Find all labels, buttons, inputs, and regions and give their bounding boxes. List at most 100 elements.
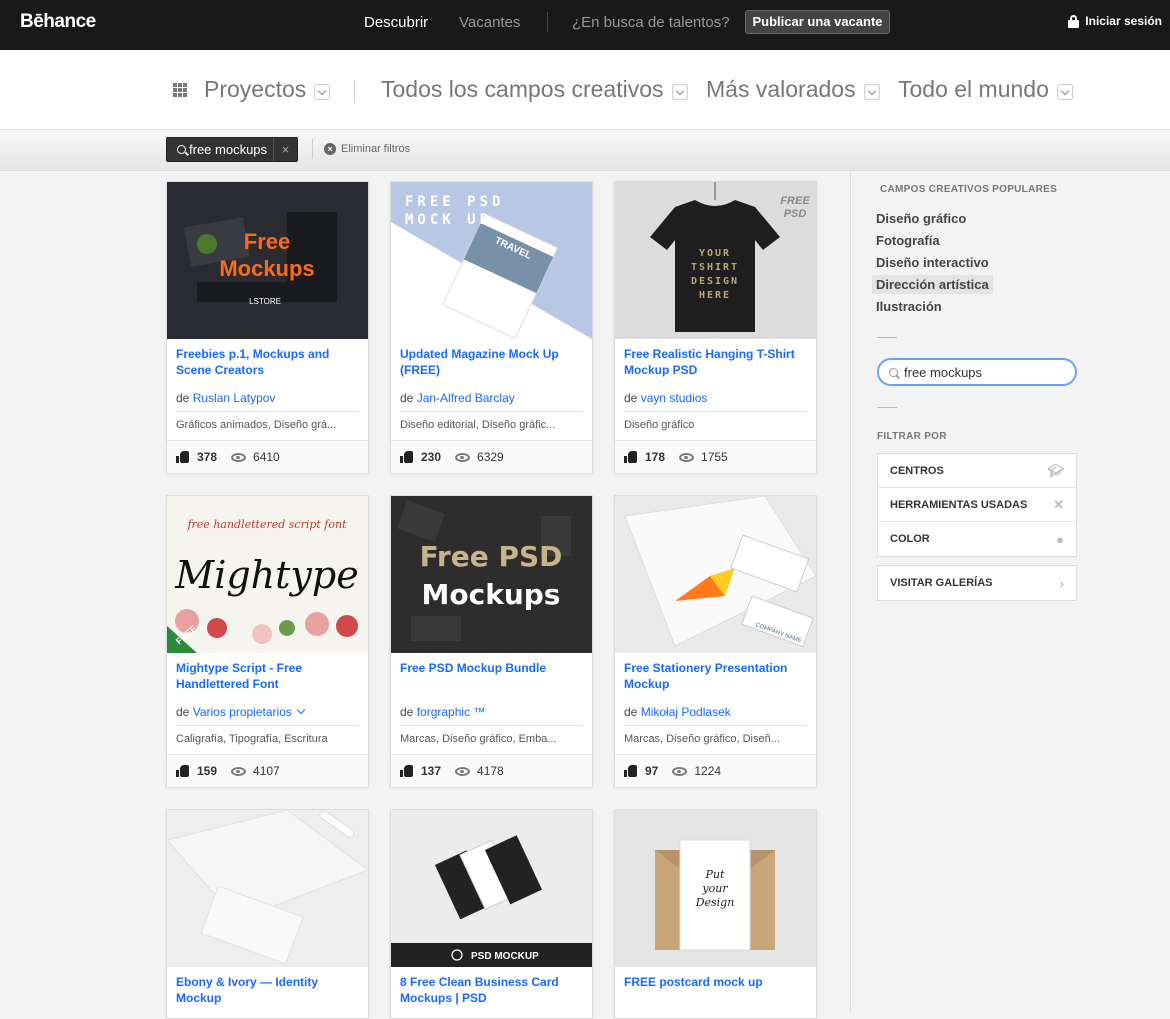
divider [400, 411, 583, 412]
likes-count: 230 [421, 450, 442, 464]
project-title[interactable]: FREE postcard mock up [624, 974, 809, 990]
project-title[interactable]: Freebies p.1, Mockups and Scene Creators [176, 346, 361, 378]
svg-text:Put: Put [705, 868, 725, 881]
owner-prefix: de [624, 705, 638, 719]
owner-prefix: de [176, 705, 190, 719]
svg-text:Mockups: Mockups [422, 578, 561, 611]
sidebar-item-direccion-artistica[interactable]: Dirección artística [872, 275, 993, 294]
nav-vacantes[interactable]: Vacantes [459, 14, 520, 31]
select-creative-fields[interactable]: Todos los campos creativos [381, 76, 688, 103]
project-title[interactable]: 8 Free Clean Business Card Mockups | PSD [400, 974, 585, 1006]
search-tag[interactable]: free mockups × [166, 137, 298, 162]
tag-divider [312, 139, 313, 159]
project-thumbnail[interactable] [167, 810, 368, 967]
owner-link[interactable]: Jan-Alfred Barclay [417, 391, 515, 405]
filter-divider [354, 80, 355, 102]
sidebar-item-fotografia[interactable]: Fotografía [876, 233, 940, 248]
project-thumbnail[interactable]: free handlettered script font Mightype F… [167, 496, 368, 653]
nav-descubrir[interactable]: Descubrir [364, 14, 428, 31]
owner-prefix: de [400, 391, 414, 405]
filter-herramientas[interactable]: HERRAMIENTAS USADAS ✕ [878, 488, 1076, 522]
svg-text:Design: Design [695, 896, 735, 909]
owner-link[interactable]: Mikołaj Podlasek [641, 705, 731, 719]
remove-tag-button[interactable]: × [273, 138, 297, 161]
svg-text:FREE: FREE [780, 195, 810, 207]
divider [624, 411, 807, 412]
owner-link[interactable]: vayn studios [641, 391, 708, 405]
project-card[interactable]: Free PSD Mockups Free PSD Mockup Bundle … [390, 495, 593, 787]
login-label: Iniciar sesión [1085, 14, 1162, 28]
nav-talent[interactable]: ¿En busca de talentos? [572, 14, 730, 31]
svg-text:YOUR: YOUR [699, 248, 731, 259]
chevron-down-icon [671, 83, 688, 100]
sidebar-item-diseno-interactivo[interactable]: Diseño interactivo [876, 255, 989, 270]
sidebar-item-ilustracion[interactable]: Ilustración [876, 299, 942, 314]
project-stats: 378 6410 [167, 440, 368, 473]
search-tag-label: free mockups [189, 142, 268, 157]
project-thumbnail[interactable]: Put your Design [615, 810, 816, 967]
project-card[interactable]: Free Mockups LSTORE Freebies p.1, Mockup… [166, 181, 369, 473]
search-input-value: free mockups [904, 364, 983, 380]
owner-link[interactable]: Varios propietarios [193, 705, 292, 719]
login-link[interactable]: Iniciar sesión [1068, 14, 1162, 28]
project-card[interactable]: COMPANY NAME Free Stationery Presentatio… [614, 495, 817, 787]
views-count: 4178 [477, 764, 504, 778]
project-card[interactable]: free handlettered script font Mightype F… [166, 495, 369, 787]
project-thumbnail[interactable]: YOUR TSHIRT DESIGN HERE FREE PSD [615, 182, 816, 339]
project-thumbnail[interactable]: COMPANY NAME [615, 496, 816, 653]
project-stats: 137 4178 [391, 754, 592, 787]
chevron-down-icon [1056, 83, 1073, 100]
owner-link[interactable]: forgraphic ™ [417, 705, 486, 719]
lock-icon [1068, 14, 1080, 28]
search-input[interactable]: free mockups [877, 358, 1077, 386]
appreciate-icon [176, 765, 189, 777]
project-card[interactable]: YOUR TSHIRT DESIGN HERE FREE PSD Free Re… [614, 181, 817, 473]
search-icon [177, 145, 186, 154]
views-count: 1224 [694, 764, 722, 778]
project-card[interactable]: Put your Design FREE postcard mock up [614, 809, 817, 1019]
likes-count: 137 [421, 764, 442, 778]
visit-galleries-button[interactable]: VISITAR GALERÍAS › [878, 566, 1076, 600]
droplet-icon: ● [1056, 531, 1064, 547]
project-fields: Marcas, Diseño gráfico, Diseñ... [624, 733, 780, 745]
likes-count: 97 [645, 764, 659, 778]
project-card[interactable]: TRAVEL FREE PSD MOCK UP Updated Magazine… [390, 181, 593, 473]
project-title[interactable]: Updated Magazine Mock Up (FREE) [400, 346, 585, 378]
project-title[interactable]: Ebony & Ivory — Identity Mockup [176, 974, 361, 1006]
filter-label: COLOR [890, 533, 930, 545]
select-sort[interactable]: Más valorados [706, 76, 880, 103]
project-card[interactable]: PSD MOCKUP 8 Free Clean Business Card Mo… [390, 809, 593, 1019]
grid-icon[interactable] [173, 83, 187, 97]
views-icon [455, 452, 471, 462]
project-card[interactable]: Ebony & Ivory — Identity Mockup [166, 809, 369, 1019]
sidebar-item-diseno-grafico[interactable]: Diseño gráfico [876, 211, 966, 226]
stationery-mockup-image: COMPANY NAME [624, 496, 816, 648]
views-icon [455, 766, 471, 776]
project-thumbnail[interactable]: Free PSD Mockups [391, 496, 592, 653]
chevron-down-icon [314, 83, 331, 100]
tools-icon: ✕ [1053, 496, 1064, 512]
filter-color[interactable]: COLOR ● [878, 522, 1076, 556]
filter-centros[interactable]: CENTROS 🎓︎ [878, 454, 1076, 488]
project-title[interactable]: Free PSD Mockup Bundle [400, 660, 585, 676]
project-thumbnail[interactable]: TRAVEL FREE PSD MOCK UP [391, 182, 592, 339]
project-title[interactable]: Free Stationery Presentation Mockup [624, 660, 809, 692]
divider [176, 725, 359, 726]
clear-filters-link[interactable]: × Eliminar filtros [324, 143, 410, 155]
project-thumbnail[interactable]: Free Mockups LSTORE [167, 182, 368, 339]
project-title[interactable]: Free Realistic Hanging T-Shirt Mockup PS… [624, 346, 809, 378]
business-card-mockup-image: PSD MOCKUP [391, 835, 592, 967]
chevron-down-icon[interactable] [296, 705, 306, 715]
select-content-type[interactable]: Proyectos [204, 76, 331, 103]
post-job-button[interactable]: Publicar una vacante [745, 10, 890, 34]
postcard-mockup-image: Put your Design [655, 839, 775, 951]
filter-label: CENTROS [890, 464, 944, 477]
select-location[interactable]: Todo el mundo [898, 76, 1073, 103]
project-title[interactable]: Mightype Script - Free Handlettered Font [176, 660, 361, 692]
project-thumbnail[interactable]: PSD MOCKUP [391, 810, 592, 967]
likes-count: 159 [197, 764, 218, 778]
filter-label: HERRAMIENTAS USADAS [890, 498, 1028, 511]
owner-link[interactable]: Ruslan Latypov [193, 391, 276, 405]
project-fields: Diseño editorial, Diseño gráfic... [400, 419, 556, 431]
behance-logo[interactable]: Bēhance [20, 11, 96, 33]
